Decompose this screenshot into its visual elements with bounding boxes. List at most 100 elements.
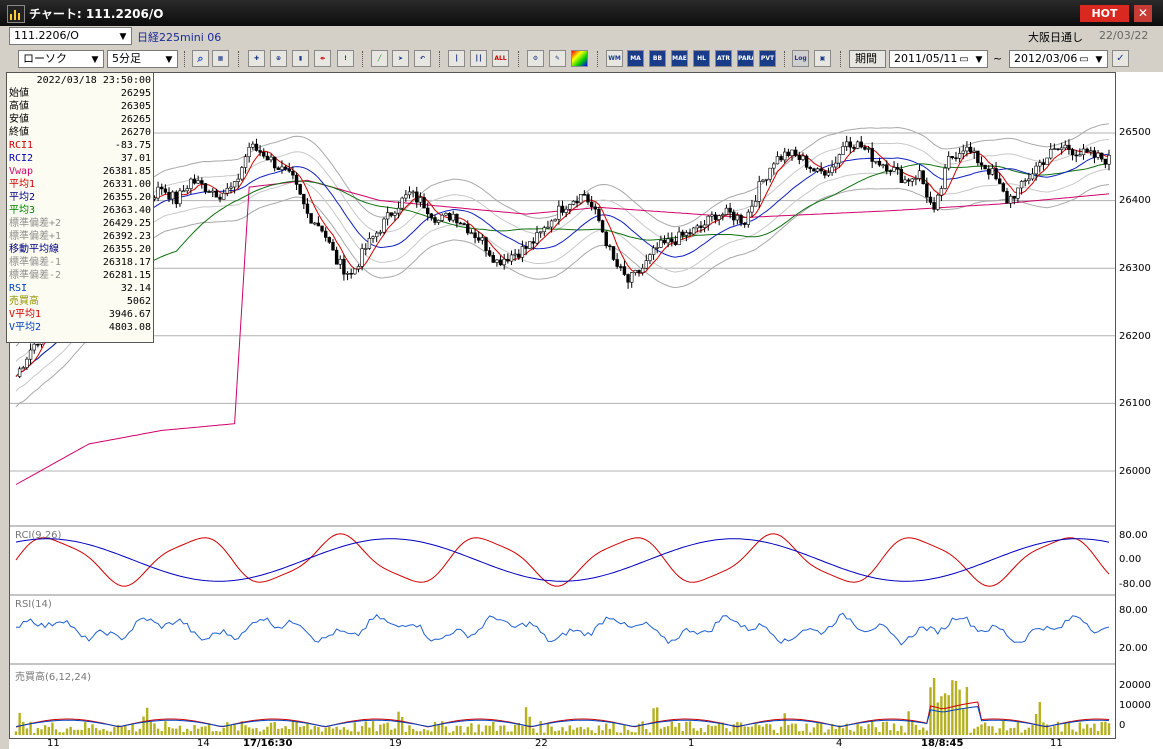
candle-icon[interactable]: ┃ [448, 50, 465, 67]
volume-bar [313, 725, 316, 735]
chart-app-icon [7, 5, 25, 23]
mae-button[interactable]: MAE [671, 50, 688, 67]
chart-area[interactable] [9, 72, 1116, 739]
to-date-input[interactable]: 2012/03/06 ▭ ▼ [1009, 50, 1108, 68]
rci-pane-label: RCI(9,26) [15, 530, 62, 541]
close-button[interactable]: ✕ [1134, 5, 1152, 22]
crosshair-icon[interactable]: ✚ [248, 50, 265, 67]
layout-icon[interactable]: ▣ [814, 50, 831, 67]
pen-icon[interactable]: ✎ [549, 50, 566, 67]
candle-body [1005, 191, 1009, 204]
band-lower-2 [15, 184, 1110, 408]
info-value: 26265 [120, 114, 151, 125]
volume-bar [925, 730, 929, 735]
symbol-dropdown[interactable]: 111.2206/O ▼ [9, 27, 132, 45]
volume-bar [43, 725, 47, 735]
candle-body [371, 236, 375, 239]
pvt-button[interactable]: PVT [759, 50, 776, 67]
candle-body [651, 247, 656, 255]
all-icon[interactable]: ALL [492, 50, 509, 67]
bar-icon[interactable]: ▮ [292, 50, 309, 67]
color-icon[interactable] [571, 50, 588, 67]
candle-body [240, 167, 244, 180]
candle-split-icon[interactable]: ┃┃ [470, 50, 487, 67]
candle-body [192, 178, 197, 184]
candle-body [866, 148, 871, 150]
hot-button[interactable]: HOT [1080, 5, 1129, 22]
undo-icon[interactable]: ↶ [414, 50, 431, 67]
info-row: Vwap 26381.85 [9, 165, 151, 178]
volume-bar [870, 721, 874, 735]
warning-icon[interactable]: ! [337, 50, 354, 67]
volume-bar [991, 726, 994, 735]
candle-body [487, 250, 492, 256]
zoom-icon[interactable]: ⊕ [270, 50, 287, 67]
period-button[interactable]: 期間 [849, 50, 886, 68]
atr-button[interactable]: ATR [715, 50, 732, 67]
search-icon[interactable]: ⌕ [192, 50, 209, 67]
volume-bar [80, 729, 83, 735]
candle-body [455, 213, 459, 224]
volume-bar [473, 732, 477, 735]
volume-bar [1009, 728, 1012, 735]
candle-body [761, 179, 765, 182]
data-window: 2022/03/18 23:50:00 始値 26295 高値 26305 安値 2626… [6, 72, 154, 343]
volume-bar [794, 723, 797, 735]
volume-bar [120, 726, 123, 735]
volume-bar [382, 723, 386, 735]
split-icon[interactable]: ⇹ [314, 50, 331, 67]
time-tick: 18/8:45 [921, 738, 964, 749]
gear-icon[interactable]: ⚙ [527, 50, 544, 67]
candle-body [575, 200, 579, 204]
candle-body [724, 207, 729, 215]
volume-bar [896, 731, 899, 735]
candle-body [389, 212, 393, 216]
apply-check-icon[interactable]: ✓ [1112, 50, 1129, 67]
volume-bar [462, 732, 466, 735]
candle-body [531, 241, 536, 244]
ma-button[interactable]: MA [627, 50, 644, 67]
volume-bar [605, 723, 608, 735]
info-row: 移動平均線 26355.20 [9, 243, 151, 256]
chart-type-select[interactable]: ローソク ▼ [18, 50, 104, 68]
volume-bar [739, 722, 743, 735]
wm-icon[interactable]: WM [606, 50, 623, 67]
volume-bar [444, 726, 448, 735]
volume-bar [809, 732, 812, 735]
table-icon[interactable]: ▦ [212, 50, 229, 67]
interval-select[interactable]: 5分足 ▼ [107, 50, 178, 68]
candle-body [954, 157, 958, 160]
hl-button[interactable]: HL [693, 50, 710, 67]
bb-button[interactable]: BB [649, 50, 666, 67]
volume-bar [940, 696, 943, 735]
cursor-icon[interactable]: ➤ [392, 50, 409, 67]
log-button[interactable]: Log [792, 50, 809, 67]
candle-body [345, 272, 350, 275]
candle-body [936, 194, 940, 210]
candle-body [582, 194, 587, 196]
volume-bar [557, 730, 561, 735]
candle-body [844, 141, 849, 147]
info-row: RCI2 37.01 [9, 152, 151, 165]
candle-body [1052, 148, 1057, 150]
volume-bar [583, 729, 586, 735]
para-button[interactable]: PARA [737, 50, 754, 67]
candle-body [728, 207, 732, 213]
info-row: 高値 26305 [9, 100, 151, 113]
info-label: 売買高 [9, 296, 39, 307]
volume-bar [320, 731, 324, 735]
volume-bar [349, 731, 353, 735]
time-tick: 14 [197, 738, 210, 749]
volume-bar [736, 722, 739, 735]
volume-bar [105, 730, 109, 735]
from-date-input[interactable]: 2011/05/11 ▭ ▼ [889, 50, 988, 68]
candle-body [291, 170, 295, 176]
info-label: 標準偏差+1 [9, 231, 62, 242]
candle-body [699, 225, 703, 228]
candle-body [422, 197, 426, 209]
candle-body [320, 225, 324, 232]
candle-body [950, 156, 955, 159]
volume-bar [1031, 724, 1034, 735]
volume-bar [193, 724, 196, 735]
draw-icon[interactable]: ╱ [371, 50, 388, 67]
